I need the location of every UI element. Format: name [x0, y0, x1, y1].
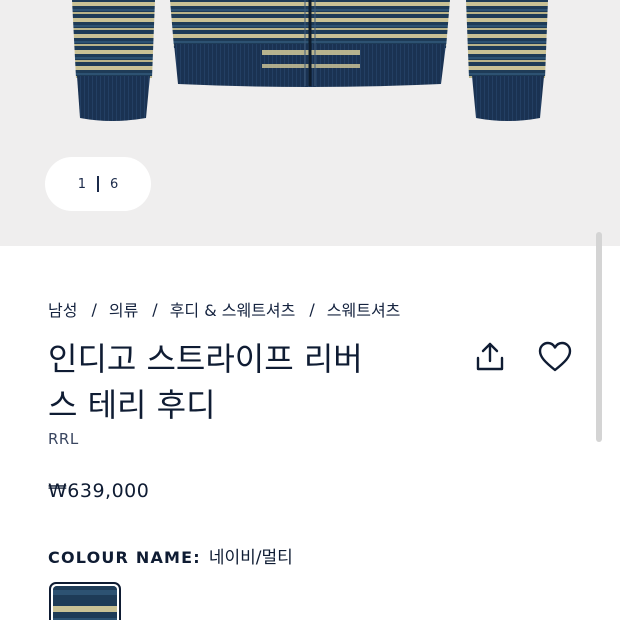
breadcrumb-item-hoodies[interactable]: 후디 & 스웨트셔츠	[170, 297, 296, 321]
product-title-line2: 스 테리 후디	[48, 386, 216, 424]
colour-name-row: COLOUR NAME: 네이비/멀티	[48, 543, 293, 568]
pager-total: 6	[110, 176, 119, 192]
pager-divider	[97, 176, 99, 192]
product-title: 인디고 스트라이프 리버 스 테리 후디	[48, 336, 408, 428]
product-price: ₩639,000	[48, 480, 150, 502]
scrollbar[interactable]	[596, 232, 602, 442]
product-image-gallery[interactable]: 1 6	[0, 0, 620, 246]
colour-name-label: COLOUR NAME:	[48, 548, 201, 567]
breadcrumb-item-men[interactable]: 남성	[48, 297, 77, 321]
breadcrumb-item-sweatshirts[interactable]: 스웨트셔츠	[327, 297, 401, 321]
swatch-image	[53, 586, 117, 620]
image-pager[interactable]: 1 6	[45, 157, 151, 211]
heart-icon	[538, 341, 572, 372]
breadcrumb-separator: /	[309, 299, 315, 319]
product-title-line1: 인디고 스트라이프 리버	[48, 340, 363, 378]
wishlist-button[interactable]	[533, 336, 577, 378]
colour-name-value: 네이비/멀티	[208, 548, 293, 568]
breadcrumb-separator: /	[91, 299, 97, 319]
breadcrumb: 남성 / 의류 / 후디 & 스웨트셔츠 / 스웨트셔츠	[48, 297, 400, 321]
pager-current: 1	[77, 176, 86, 192]
share-button[interactable]	[469, 336, 511, 378]
colour-swatch-selected[interactable]	[49, 582, 121, 620]
share-icon	[476, 342, 504, 371]
brand-name[interactable]: RRL	[48, 430, 79, 448]
breadcrumb-separator: /	[152, 299, 158, 319]
breadcrumb-item-clothing[interactable]: 의류	[109, 297, 138, 321]
